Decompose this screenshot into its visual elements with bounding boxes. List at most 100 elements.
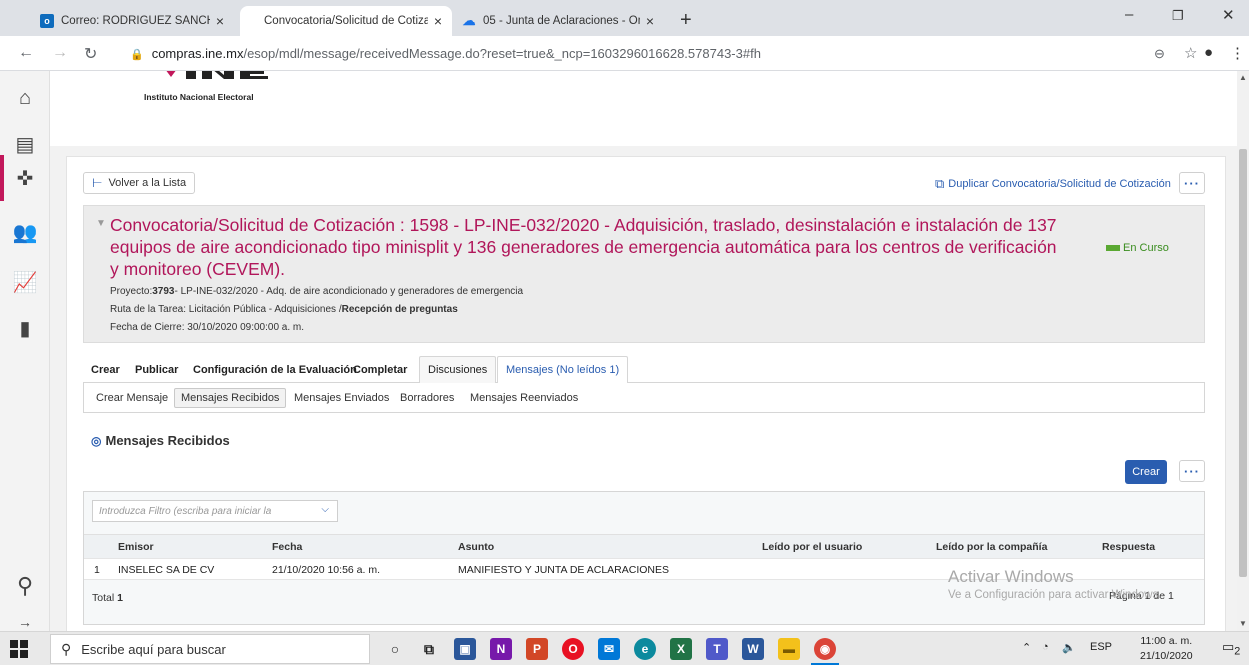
file-explorer-icon[interactable]: ▬ — [778, 638, 800, 660]
bookmark-star-icon[interactable]: ☆ — [1184, 44, 1197, 62]
subtab-mensajes-recibidos[interactable]: Mensajes Recibidos — [174, 388, 287, 408]
reload-icon[interactable]: ↻ — [84, 44, 97, 64]
section-title-text: Mensajes Recibidos — [105, 433, 230, 448]
duplicate-label: Duplicar Convocatoria/Solicitud de Cotiz… — [948, 178, 1171, 190]
col-emisor[interactable]: Emisor — [118, 541, 154, 553]
chevron-down-icon[interactable]: ⌵ — [321, 504, 329, 515]
tab-discusiones[interactable]: Discusiones — [419, 356, 497, 383]
messages-grid: Introduzca Filtro (escriba para iniciar … — [83, 491, 1205, 625]
opera-icon[interactable]: O — [562, 638, 584, 660]
word-icon[interactable]: W — [742, 638, 764, 660]
scroll-thumb[interactable] — [1239, 149, 1247, 577]
duplicate-link[interactable]: ⧉ Duplicar Convocatoria/Solicitud de Cot… — [935, 176, 1171, 192]
row-emisor[interactable]: INSELEC SA DE CV — [118, 564, 214, 576]
notifications-icon[interactable]: ▭2 — [1222, 639, 1240, 658]
logo-header: Instituto Nacional Electoral — [50, 71, 1237, 146]
notification-count: 2 — [1234, 645, 1241, 658]
network-icon[interactable]: ◔ — [1042, 641, 1049, 653]
documents-icon[interactable]: ▮ — [12, 315, 38, 341]
dashboard-icon[interactable]: ▤ — [12, 131, 38, 157]
analytics-icon[interactable]: 📈 — [12, 269, 38, 295]
status-bar-icon — [1106, 245, 1120, 251]
powerpoint-icon[interactable]: P — [526, 638, 548, 660]
tab-completar[interactable]: Completar — [345, 356, 415, 383]
project-name: - LP-INE-032/2020 - Adq. de aire acondic… — [174, 286, 524, 297]
zoom-icon[interactable]: ⊖ — [1154, 46, 1165, 62]
url-path: /esop/mdl/message/receivedMessage.do?res… — [243, 46, 761, 61]
row-asunto[interactable]: MANIFIESTO Y JUNTA DE ACLARACIONES — [458, 564, 669, 576]
back-to-list-label: Volver a la Lista — [108, 177, 187, 189]
close-tab-icon[interactable]: × — [216, 13, 224, 29]
tray-chevron-icon[interactable]: ⌃ — [1022, 641, 1031, 654]
profile-icon[interactable]: ● — [1204, 44, 1213, 61]
tab-publicar[interactable]: Publicar — [127, 356, 186, 383]
windows-start-icon[interactable] — [10, 640, 28, 658]
taskbar-clock[interactable]: 11:00 a. m. 21/10/2020 — [1140, 634, 1193, 664]
browser-tab-mail[interactable]: o Correo: RODRIGUEZ SANCHEZ A × — [30, 6, 234, 36]
route-stage: Recepción de preguntas — [341, 304, 458, 315]
clock-time: 11:00 a. m. — [1140, 635, 1193, 647]
volume-icon[interactable]: 🔈 — [1062, 641, 1076, 654]
col-fecha[interactable]: Fecha — [272, 541, 302, 553]
row-number: 1 — [94, 564, 100, 576]
language-indicator[interactable]: ESP — [1090, 641, 1112, 653]
activate-windows-hint: Ve a Configuración para activar Windows. — [948, 589, 1162, 601]
filter-input[interactable]: Introduzca Filtro (escriba para iniciar … — [92, 500, 338, 522]
search-icon[interactable]: ⚲ — [12, 573, 38, 599]
sourcing-icon[interactable]: ✜ — [12, 165, 38, 191]
route-label: Ruta de la Tarea: Licitación Pública - A… — [110, 304, 342, 315]
onedrive-cloud-icon: ☁ — [462, 13, 476, 28]
cortana-icon[interactable]: ○ — [384, 638, 406, 660]
scroll-up-icon[interactable]: ▲ — [1239, 73, 1247, 82]
excel-icon[interactable]: X — [670, 638, 692, 660]
event-title: Convocatoria/Solicitud de Cotización : 1… — [110, 215, 1057, 279]
back-arrow-icon[interactable]: ← — [18, 44, 34, 62]
grid-more-button[interactable]: ··· — [1179, 460, 1205, 482]
page-scrollbar[interactable]: ▲ ▼ — [1237, 71, 1249, 631]
subtab-crear-mensaje[interactable]: Crear Mensaje — [90, 388, 174, 408]
home-icon[interactable]: ⌂ — [12, 85, 38, 111]
window-close-icon[interactable]: ✕ — [1222, 6, 1235, 24]
task-view-icon[interactable]: ⧉ — [418, 638, 440, 660]
create-message-button[interactable]: Crear — [1125, 460, 1167, 484]
tab-crear[interactable]: Crear — [83, 356, 128, 383]
new-tab-button[interactable]: + — [680, 10, 692, 30]
teams-icon[interactable]: T — [706, 638, 728, 660]
grid-total: Total 1 — [92, 592, 123, 604]
browser-tab-onedrive[interactable]: ☁ 05 - Junta de Aclaraciones - One × — [452, 6, 664, 36]
restore-icon[interactable]: ❐ — [1172, 8, 1184, 24]
duplicate-icon: ⧉ — [935, 176, 945, 191]
outlook-icon: o — [40, 14, 54, 28]
col-respuesta[interactable]: Respuesta — [1102, 541, 1155, 553]
chrome-icon[interactable]: ◉ — [814, 638, 836, 660]
close-tab-icon[interactable]: × — [646, 13, 654, 29]
mail-icon[interactable]: ✉ — [598, 638, 620, 660]
tab-configuracion[interactable]: Configuración de la Evaluación — [185, 356, 365, 383]
suppliers-icon[interactable]: 👥 — [12, 219, 38, 245]
back-to-list-button[interactable]: ⊢ Volver a la Lista — [83, 172, 196, 194]
more-actions-button[interactable]: ··· — [1179, 172, 1205, 194]
subtab-mensajes-enviados[interactable]: Mensajes Enviados — [288, 388, 395, 408]
forward-arrow-icon[interactable]: → — [52, 44, 68, 62]
minimize-icon[interactable]: – — [1125, 6, 1133, 23]
ine-logo — [166, 71, 268, 79]
col-leido-usuario[interactable]: Leído por el usuario — [762, 541, 862, 553]
edge-icon[interactable]: e — [634, 638, 656, 660]
subtab-mensajes-reenviados[interactable]: Mensajes Reenviados — [464, 388, 584, 408]
collapse-caret-icon[interactable]: ▼ — [96, 218, 106, 229]
taskbar-search[interactable]: ⚲ Escribe aquí para buscar — [50, 634, 370, 664]
tab-mensajes[interactable]: Mensajes (No leídos 1) — [497, 356, 629, 383]
browser-tab-convocatoria[interactable]: Convocatoria/Solicitud de Cotiza × — [240, 6, 452, 36]
subtab-borradores[interactable]: Borradores — [394, 388, 460, 408]
section-title: ◎ Mensajes Recibidos — [91, 433, 230, 448]
browser-menu-icon[interactable]: ⋮ — [1230, 44, 1245, 62]
close-tab-icon[interactable]: × — [434, 13, 442, 29]
url-field[interactable]: 🔒 compras.ine.mx/esop/mdl/message/receive… — [130, 46, 761, 61]
col-asunto[interactable]: Asunto — [458, 541, 494, 553]
taskbar-search-placeholder: Escribe aquí para buscar — [81, 641, 226, 657]
scroll-down-icon[interactable]: ▼ — [1239, 619, 1247, 628]
total-label: Total — [92, 592, 115, 604]
store-icon[interactable]: ▣ — [454, 638, 476, 660]
col-leido-compania[interactable]: Leído por la compañía — [936, 541, 1047, 553]
onenote-icon[interactable]: N — [490, 638, 512, 660]
